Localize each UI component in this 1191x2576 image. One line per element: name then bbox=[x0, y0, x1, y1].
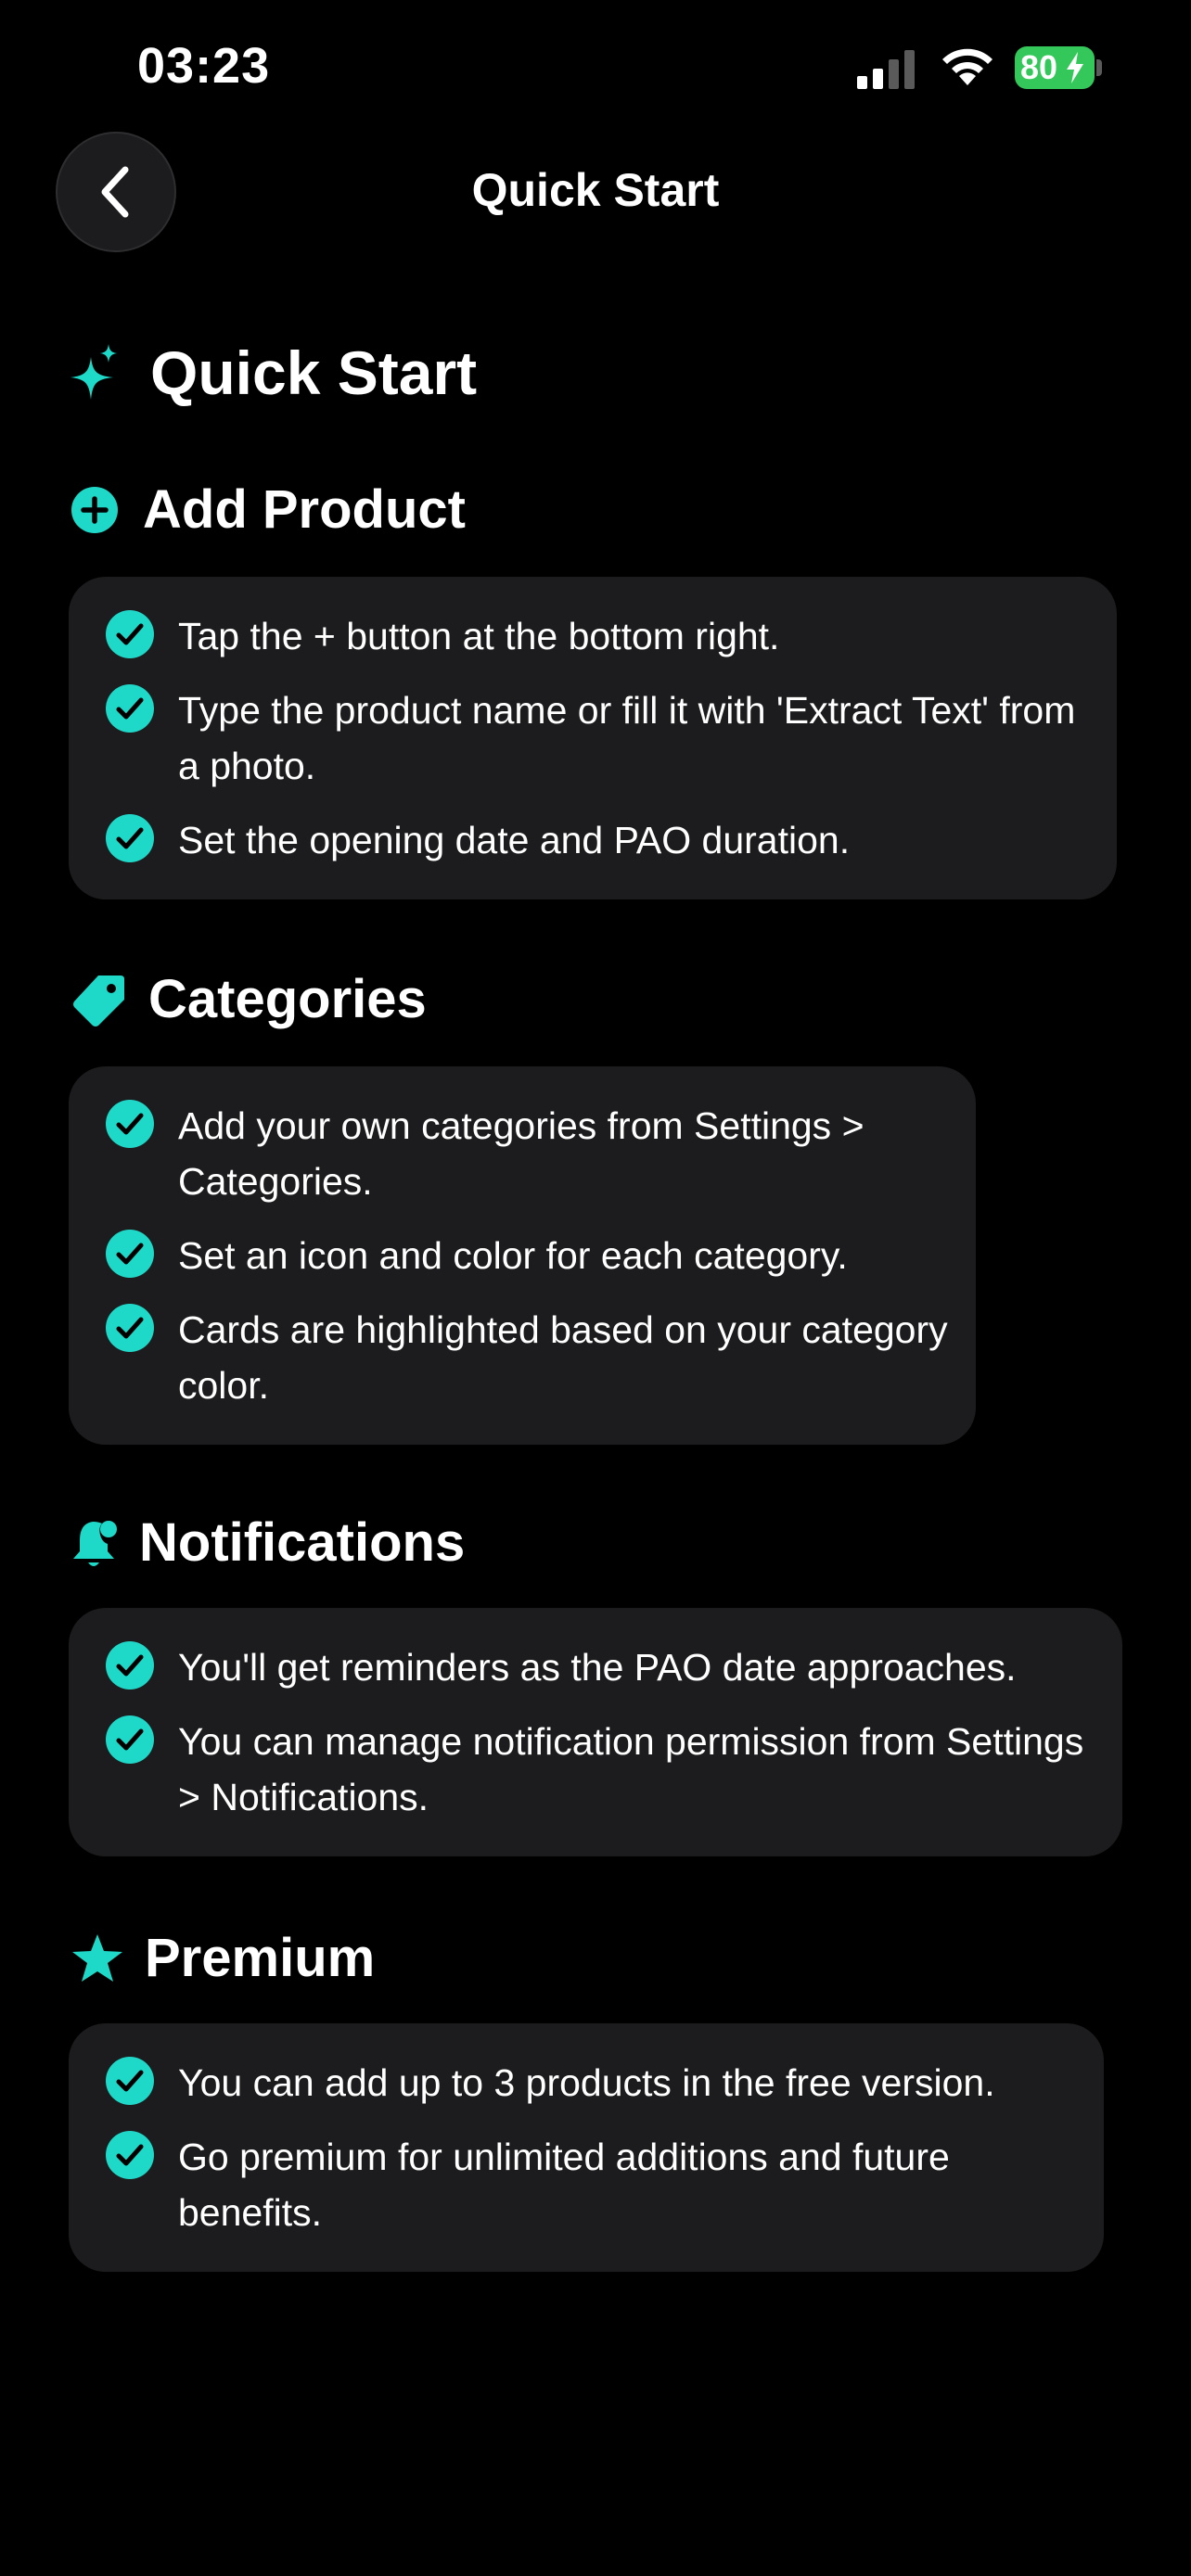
sparkles-icon bbox=[70, 344, 117, 400]
checkmark-circle-icon bbox=[106, 684, 154, 733]
list-item-text: Tap the + button at the bottom right. bbox=[178, 615, 780, 657]
section-header-add-product: Add Product bbox=[70, 478, 466, 541]
checkmark-circle-icon bbox=[106, 1304, 154, 1352]
section-card-categories: Add your own categories from Settings > … bbox=[69, 1066, 976, 1445]
page-title: Quick Start bbox=[150, 338, 478, 407]
section-card-add-product: Tap the + button at the bottom right. Ty… bbox=[69, 577, 1117, 899]
status-bar: 03:23 80 bbox=[0, 0, 1191, 139]
section-header-notifications: Notifications bbox=[70, 1511, 465, 1574]
plus-circle-icon bbox=[71, 486, 118, 533]
list-item-text: You can manage notification permission f… bbox=[178, 1720, 1084, 1818]
charging-bolt-icon bbox=[1067, 52, 1083, 83]
cellular-signal-icon bbox=[857, 50, 915, 89]
bell-badge-icon bbox=[73, 1520, 117, 1566]
list-item-text: Set an icon and color for each category. bbox=[178, 1234, 848, 1277]
section-title: Add Product bbox=[143, 479, 466, 540]
list-item: Set an icon and color for each category. bbox=[106, 1228, 948, 1283]
checkmark-circle-icon bbox=[106, 2131, 154, 2179]
page-header: Quick Start bbox=[70, 338, 477, 408]
status-time: 03:23 bbox=[137, 38, 271, 94]
checkmark-circle-icon bbox=[106, 814, 154, 862]
section-title: Notifications bbox=[139, 1512, 466, 1573]
battery-cap bbox=[1096, 59, 1102, 76]
list-item: You can add up to 3 products in the free… bbox=[106, 2055, 1076, 2111]
list-item-text: Add your own categories from Settings > … bbox=[178, 1104, 864, 1203]
section-header-premium: Premium bbox=[70, 1927, 375, 1989]
list-item: You'll get reminders as the PAO date app… bbox=[106, 1639, 1095, 1695]
list-item-text: Set the opening date and PAO duration. bbox=[178, 819, 851, 861]
list-item-text: Type the product name or fill it with 'E… bbox=[178, 689, 1076, 787]
nav-title: Quick Start bbox=[471, 164, 720, 216]
checkmark-circle-icon bbox=[106, 2057, 154, 2105]
list-item: You can manage notification permission f… bbox=[106, 1714, 1095, 1825]
tag-icon bbox=[73, 975, 124, 1027]
list-item: Set the opening date and PAO duration. bbox=[106, 812, 1089, 868]
section-card-premium: You can add up to 3 products in the free… bbox=[69, 2023, 1104, 2272]
list-item: Type the product name or fill it with 'E… bbox=[106, 682, 1089, 794]
star-icon bbox=[72, 1933, 122, 1982]
battery-indicator: 80 bbox=[1015, 46, 1095, 89]
checkmark-circle-icon bbox=[106, 1715, 154, 1764]
list-item: Cards are highlighted based on your cate… bbox=[106, 1302, 948, 1413]
section-title: Categories bbox=[148, 969, 427, 1029]
checkmark-circle-icon bbox=[106, 610, 154, 658]
battery-level: 80 bbox=[1020, 48, 1058, 86]
checkmark-circle-icon bbox=[106, 1230, 154, 1278]
checkmark-circle-icon bbox=[106, 1100, 154, 1148]
list-item-text: You'll get reminders as the PAO date app… bbox=[178, 1646, 1017, 1689]
wifi-icon bbox=[942, 48, 992, 85]
section-header-categories: Categories bbox=[70, 968, 427, 1030]
list-item-text: Go premium for unlimited additions and f… bbox=[178, 2136, 950, 2234]
section-title: Premium bbox=[145, 1928, 376, 1988]
checkmark-circle-icon bbox=[106, 1641, 154, 1690]
list-item: Add your own categories from Settings > … bbox=[106, 1098, 948, 1209]
list-item: Tap the + button at the bottom right. bbox=[106, 608, 1089, 664]
section-card-notifications: You'll get reminders as the PAO date app… bbox=[69, 1608, 1122, 1856]
list-item-text: You can add up to 3 products in the free… bbox=[178, 2061, 995, 2104]
list-item: Go premium for unlimited additions and f… bbox=[106, 2129, 1076, 2240]
list-item-text: Cards are highlighted based on your cate… bbox=[178, 1308, 948, 1407]
